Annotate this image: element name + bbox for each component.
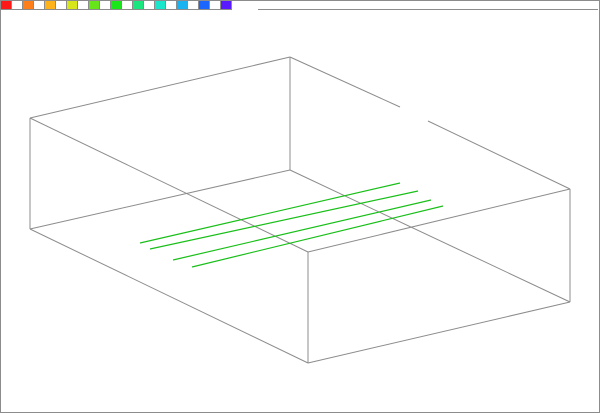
box-edge [29, 56, 291, 119]
box-edge [427, 120, 571, 190]
trace-line [172, 199, 432, 261]
box-edge [289, 169, 571, 303]
box-edge [307, 301, 571, 364]
box-edge [307, 188, 571, 253]
box-edge [29, 117, 309, 253]
box-edge [289, 56, 401, 108]
box-edge [29, 169, 291, 230]
trace-lines [139, 182, 444, 268]
bounding-box [29, 56, 571, 364]
trace-line [191, 205, 444, 268]
3d-viewport[interactable] [0, 0, 600, 413]
